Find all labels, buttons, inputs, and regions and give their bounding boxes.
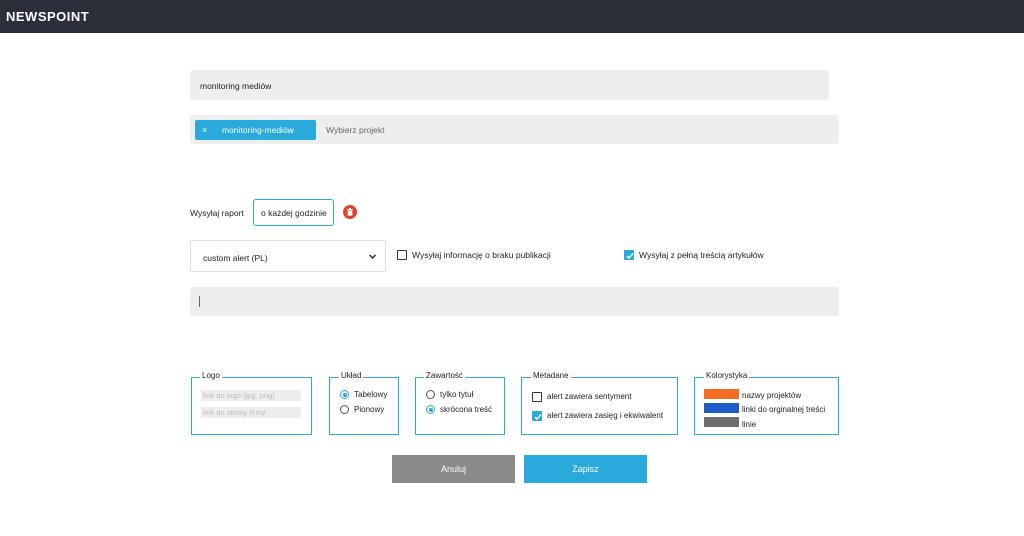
checkmark-icon (534, 414, 542, 421)
layout-section-title: Układ (339, 371, 364, 380)
layout-vertical-radio[interactable] (340, 405, 349, 414)
frequency-select[interactable]: o każdej godzinie (253, 199, 334, 226)
chevron-down-icon (369, 254, 376, 259)
content-title-only-label: tylko tytuł (440, 390, 474, 399)
colors-section: Kolorystyka nazwy projektów linki do org… (694, 371, 839, 435)
project-tag: × monitoring-mediów (195, 120, 316, 140)
company-site-input[interactable]: link do strony firmy (201, 407, 301, 418)
layout-table-radio[interactable] (340, 390, 349, 399)
reach-checkbox[interactable] (532, 411, 542, 421)
original-links-color-label: linki do orginalnej treści (742, 405, 826, 414)
lines-color-label: linie (742, 420, 757, 429)
cancel-button[interactable]: Anuluj (392, 455, 515, 483)
original-links-color-swatch[interactable] (704, 403, 739, 413)
full-content-checkbox[interactable] (624, 250, 634, 260)
project-tag-label: monitoring-mediów (222, 125, 294, 135)
metadata-section-title: Metadane (531, 371, 571, 380)
save-button[interactable]: Zapisz (524, 455, 647, 483)
logo-section: Logo link do logo (jpg, png) link do str… (191, 371, 312, 435)
no-publications-checkbox[interactable] (397, 250, 407, 260)
send-report-label: Wysyłaj raport (190, 208, 244, 218)
brand-logo[interactable]: NEWSPOINT (6, 9, 89, 24)
content-title-only-radio[interactable] (426, 390, 435, 399)
reach-label: alert zawiera zasięg i ekwiwalent (547, 411, 664, 420)
sentiment-checkbox[interactable] (532, 392, 542, 402)
checkmark-icon (626, 253, 634, 260)
content-section: Zawartość tylko tytuł skrócona treść (415, 371, 505, 435)
content-short-label: skrócona treść (440, 405, 493, 414)
logo-link-input[interactable]: link do logo (jpg, png) (201, 390, 301, 401)
delete-schedule-button[interactable] (343, 205, 357, 219)
colors-section-title: Kolorystyka (704, 371, 750, 380)
no-publications-label: Wysyłaj informację o braku publikacji (412, 250, 551, 260)
template-select-value: custom alert (PL) (203, 253, 268, 263)
custom-text-input[interactable] (190, 287, 839, 316)
project-names-color-label: nazwy projektów (742, 391, 802, 400)
layout-vertical-label: Pionowy (354, 405, 385, 414)
layout-table-label: Tabelowy (354, 390, 388, 399)
project-names-color-swatch[interactable] (704, 389, 739, 399)
project-select-placeholder[interactable]: Wybierz projekt (326, 125, 385, 135)
top-navigation-bar: NEWSPOINT (0, 0, 1024, 33)
trash-icon (347, 208, 353, 216)
metadata-section: Metadane alert zawiera sentyment alert z… (521, 371, 678, 435)
content-section-title: Zawartość (424, 371, 465, 380)
layout-section: Układ Tabelowy Pionowy (329, 371, 399, 435)
alert-name-input[interactable]: monitoring mediów (190, 70, 829, 100)
lines-color-swatch[interactable] (704, 417, 739, 427)
template-select[interactable]: custom alert (PL) (190, 240, 386, 272)
content-short-radio[interactable] (426, 405, 435, 414)
text-cursor (199, 296, 200, 307)
logo-section-title: Logo (200, 371, 222, 380)
remove-tag-icon[interactable]: × (202, 125, 207, 135)
full-content-label: Wysyłaj z pełną treścią artykułów (639, 250, 764, 260)
project-select[interactable]: × monitoring-mediów Wybierz projekt (190, 115, 839, 144)
sentiment-label: alert zawiera sentyment (547, 392, 632, 401)
